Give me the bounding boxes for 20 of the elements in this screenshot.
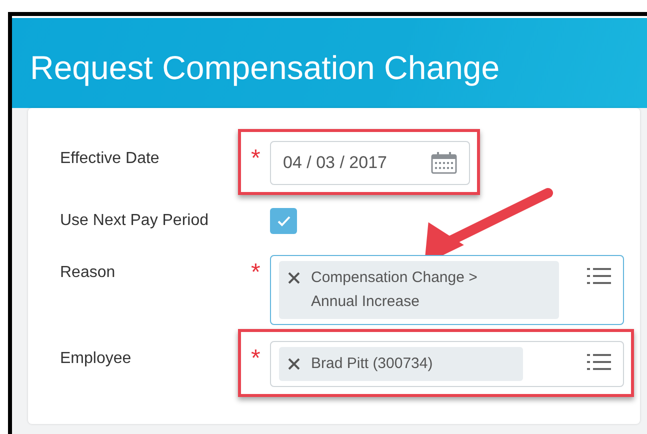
date-field[interactable]: 04 / 03 / 2017: [270, 141, 470, 185]
remove-icon[interactable]: [287, 271, 301, 285]
calendar-icon[interactable]: [431, 152, 457, 174]
page-title: Request Compensation Change: [30, 48, 501, 88]
checkmark-icon: [276, 215, 290, 227]
selected-chip: Compensation Change > Annual Increase: [279, 261, 559, 319]
field-label: Employee: [60, 349, 132, 369]
list-icon[interactable]: [587, 352, 611, 372]
required-asterisk: *: [250, 144, 262, 173]
field-label: Use Next Pay Period: [60, 211, 210, 231]
list-icon[interactable]: [587, 266, 611, 286]
remove-icon[interactable]: [287, 357, 301, 371]
field-label: Reason: [60, 263, 116, 283]
select-field[interactable]: Brad Pitt (300734): [270, 341, 624, 387]
checkbox[interactable]: [270, 208, 297, 234]
field-label: Effective Date: [60, 149, 160, 169]
required-asterisk: *: [250, 258, 262, 287]
select-field[interactable]: Compensation Change > Annual Increase: [270, 255, 624, 325]
required-asterisk: *: [250, 344, 262, 373]
selected-chip: Brad Pitt (300734): [279, 347, 523, 381]
